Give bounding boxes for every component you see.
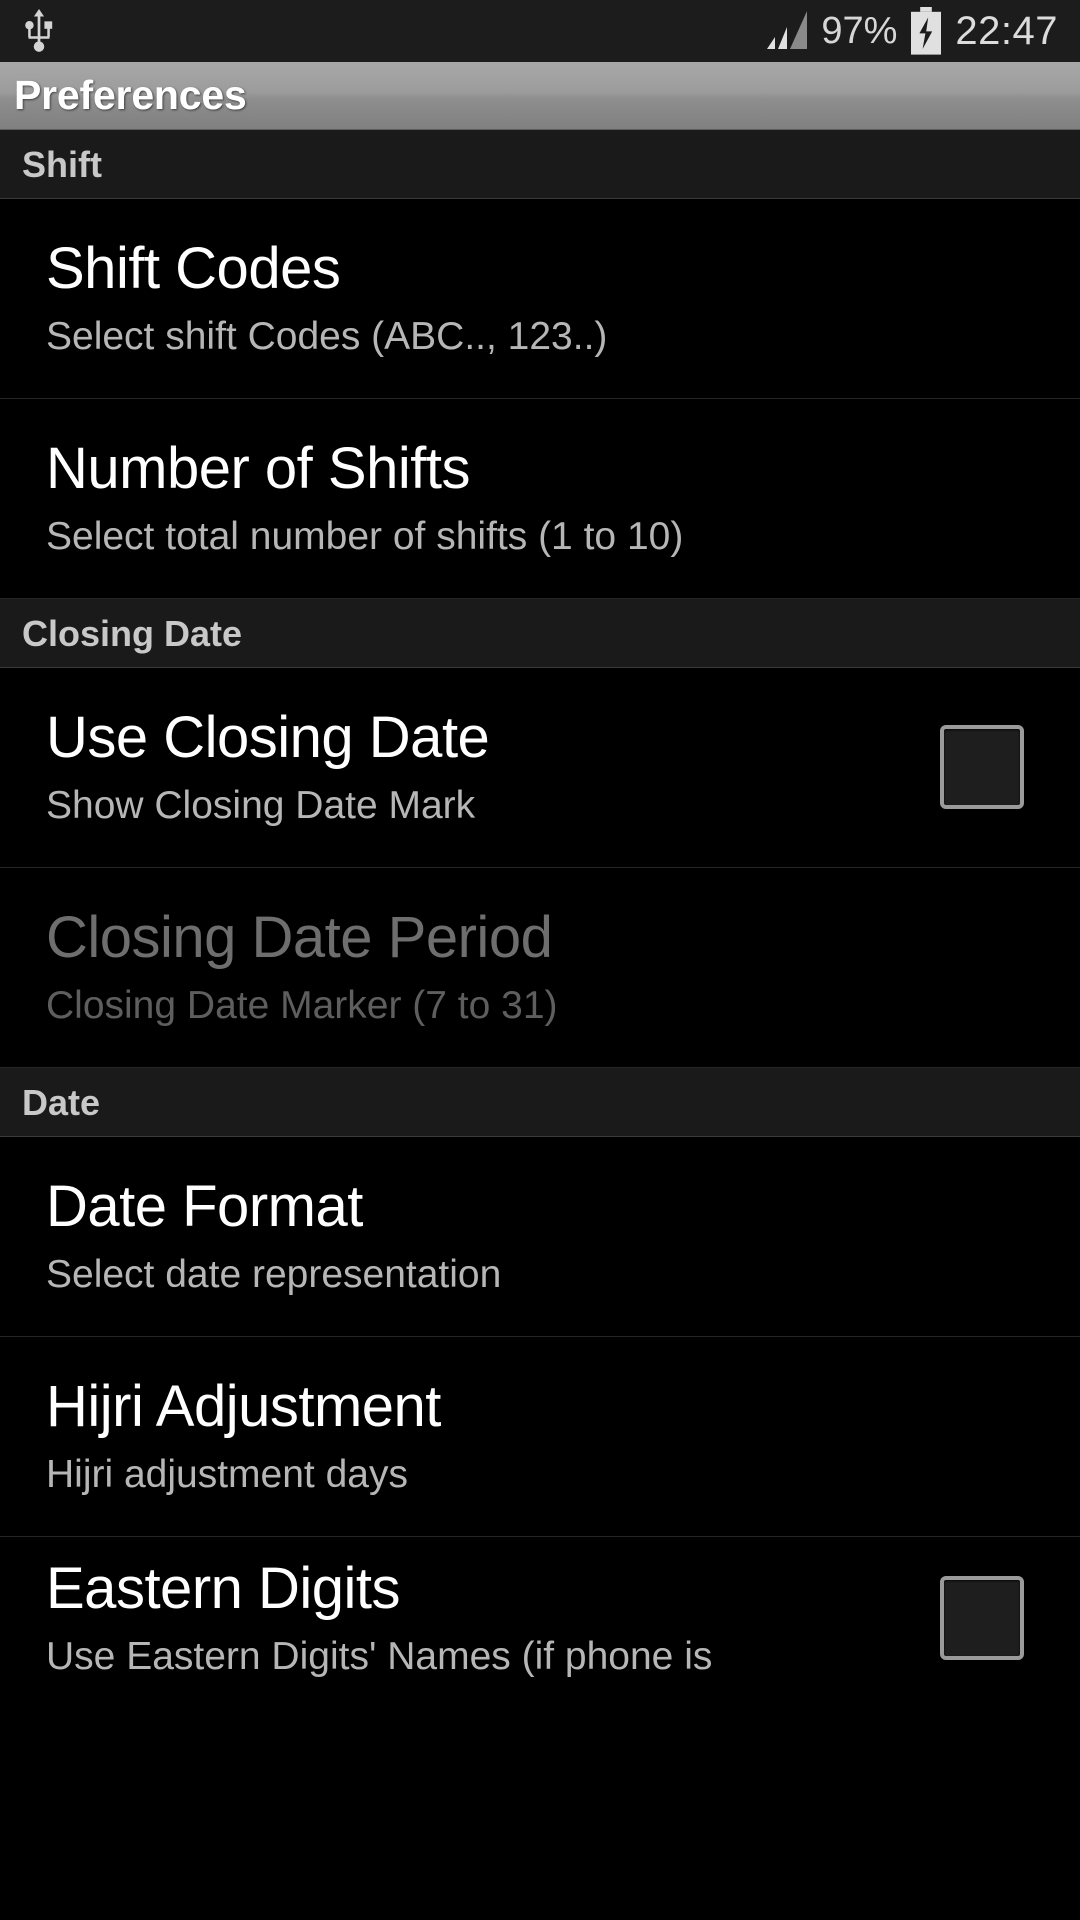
preferences-list[interactable]: Shift Shift Codes Select shift Codes (AB… xyxy=(0,130,1080,1920)
pref-title: Closing Date Period xyxy=(46,904,553,970)
pref-text-block: Eastern Digits Use Eastern Digits' Names… xyxy=(46,1556,890,1679)
pref-title: Number of Shifts xyxy=(46,435,470,501)
pref-title: Eastern Digits xyxy=(46,1556,401,1621)
pref-summary: Closing Date Marker (7 to 31) xyxy=(46,983,558,1027)
signal-bars-icon xyxy=(765,11,809,51)
pref-text-block: Closing Date Period Closing Date Marker … xyxy=(46,904,1052,1028)
pref-summary: Use Eastern Digits' Names (if phone is xyxy=(46,1634,713,1678)
status-bar-right: 97% 22:47 xyxy=(765,7,1058,55)
pref-title: Use Closing Date xyxy=(46,704,490,770)
page-title: Preferences xyxy=(14,72,247,118)
phone-screen: 97% 22:47 Preferences Shift Shift Codes … xyxy=(0,0,1080,1920)
section-header-label: Shift xyxy=(22,144,102,185)
pref-text-block: Shift Codes Select shift Codes (ABC.., 1… xyxy=(46,235,1052,359)
checkbox-use-closing-date[interactable] xyxy=(940,724,1024,809)
battery-charging-icon xyxy=(909,7,943,55)
pref-text-block: Date Format Select date representation xyxy=(46,1173,1052,1297)
pref-summary: Select shift Codes (ABC.., 123..) xyxy=(46,314,608,358)
pref-summary: Show Closing Date Mark xyxy=(46,783,476,827)
pref-item-eastern-digits[interactable]: Eastern Digits Use Eastern Digits' Names… xyxy=(0,1537,1080,1679)
battery-percent-label: 97% xyxy=(821,9,898,52)
pref-summary: Select date representation xyxy=(46,1252,502,1296)
pref-text-block: Use Closing Date Show Closing Date Mark xyxy=(46,704,890,828)
pref-title: Shift Codes xyxy=(46,235,341,301)
pref-item-hijri-adjustment[interactable]: Hijri Adjustment Hijri adjustment days xyxy=(0,1337,1080,1537)
section-header-closing-date: Closing Date xyxy=(0,599,1080,668)
pref-title: Date Format xyxy=(46,1173,363,1239)
pref-item-use-closing-date[interactable]: Use Closing Date Show Closing Date Mark xyxy=(0,668,1080,868)
pref-item-closing-date-period[interactable]: Closing Date Period Closing Date Marker … xyxy=(0,868,1080,1068)
section-header-label: Closing Date xyxy=(22,613,243,654)
pref-item-date-format[interactable]: Date Format Select date representation xyxy=(0,1137,1080,1337)
section-header-date: Date xyxy=(0,1068,1080,1137)
pref-summary: Select total number of shifts (1 to 10) xyxy=(46,514,684,558)
pref-widget-slot xyxy=(912,1575,1052,1660)
title-bar: Preferences xyxy=(0,62,1080,130)
pref-title: Hijri Adjustment xyxy=(46,1373,441,1439)
section-header-shift: Shift xyxy=(0,130,1080,199)
checkbox-eastern-digits[interactable] xyxy=(940,1575,1024,1660)
pref-text-block: Number of Shifts Select total number of … xyxy=(46,435,1052,559)
pref-text-block: Hijri Adjustment Hijri adjustment days xyxy=(46,1373,1052,1497)
usb-icon xyxy=(18,9,60,53)
status-bar-left xyxy=(18,9,60,53)
section-header-label: Date xyxy=(22,1082,101,1123)
pref-item-number-of-shifts[interactable]: Number of Shifts Select total number of … xyxy=(0,399,1080,599)
pref-widget-slot xyxy=(912,724,1052,809)
status-bar-clock: 22:47 xyxy=(955,8,1058,53)
pref-summary: Hijri adjustment days xyxy=(46,1452,408,1496)
status-bar: 97% 22:47 xyxy=(0,0,1080,62)
pref-item-shift-codes[interactable]: Shift Codes Select shift Codes (ABC.., 1… xyxy=(0,199,1080,399)
